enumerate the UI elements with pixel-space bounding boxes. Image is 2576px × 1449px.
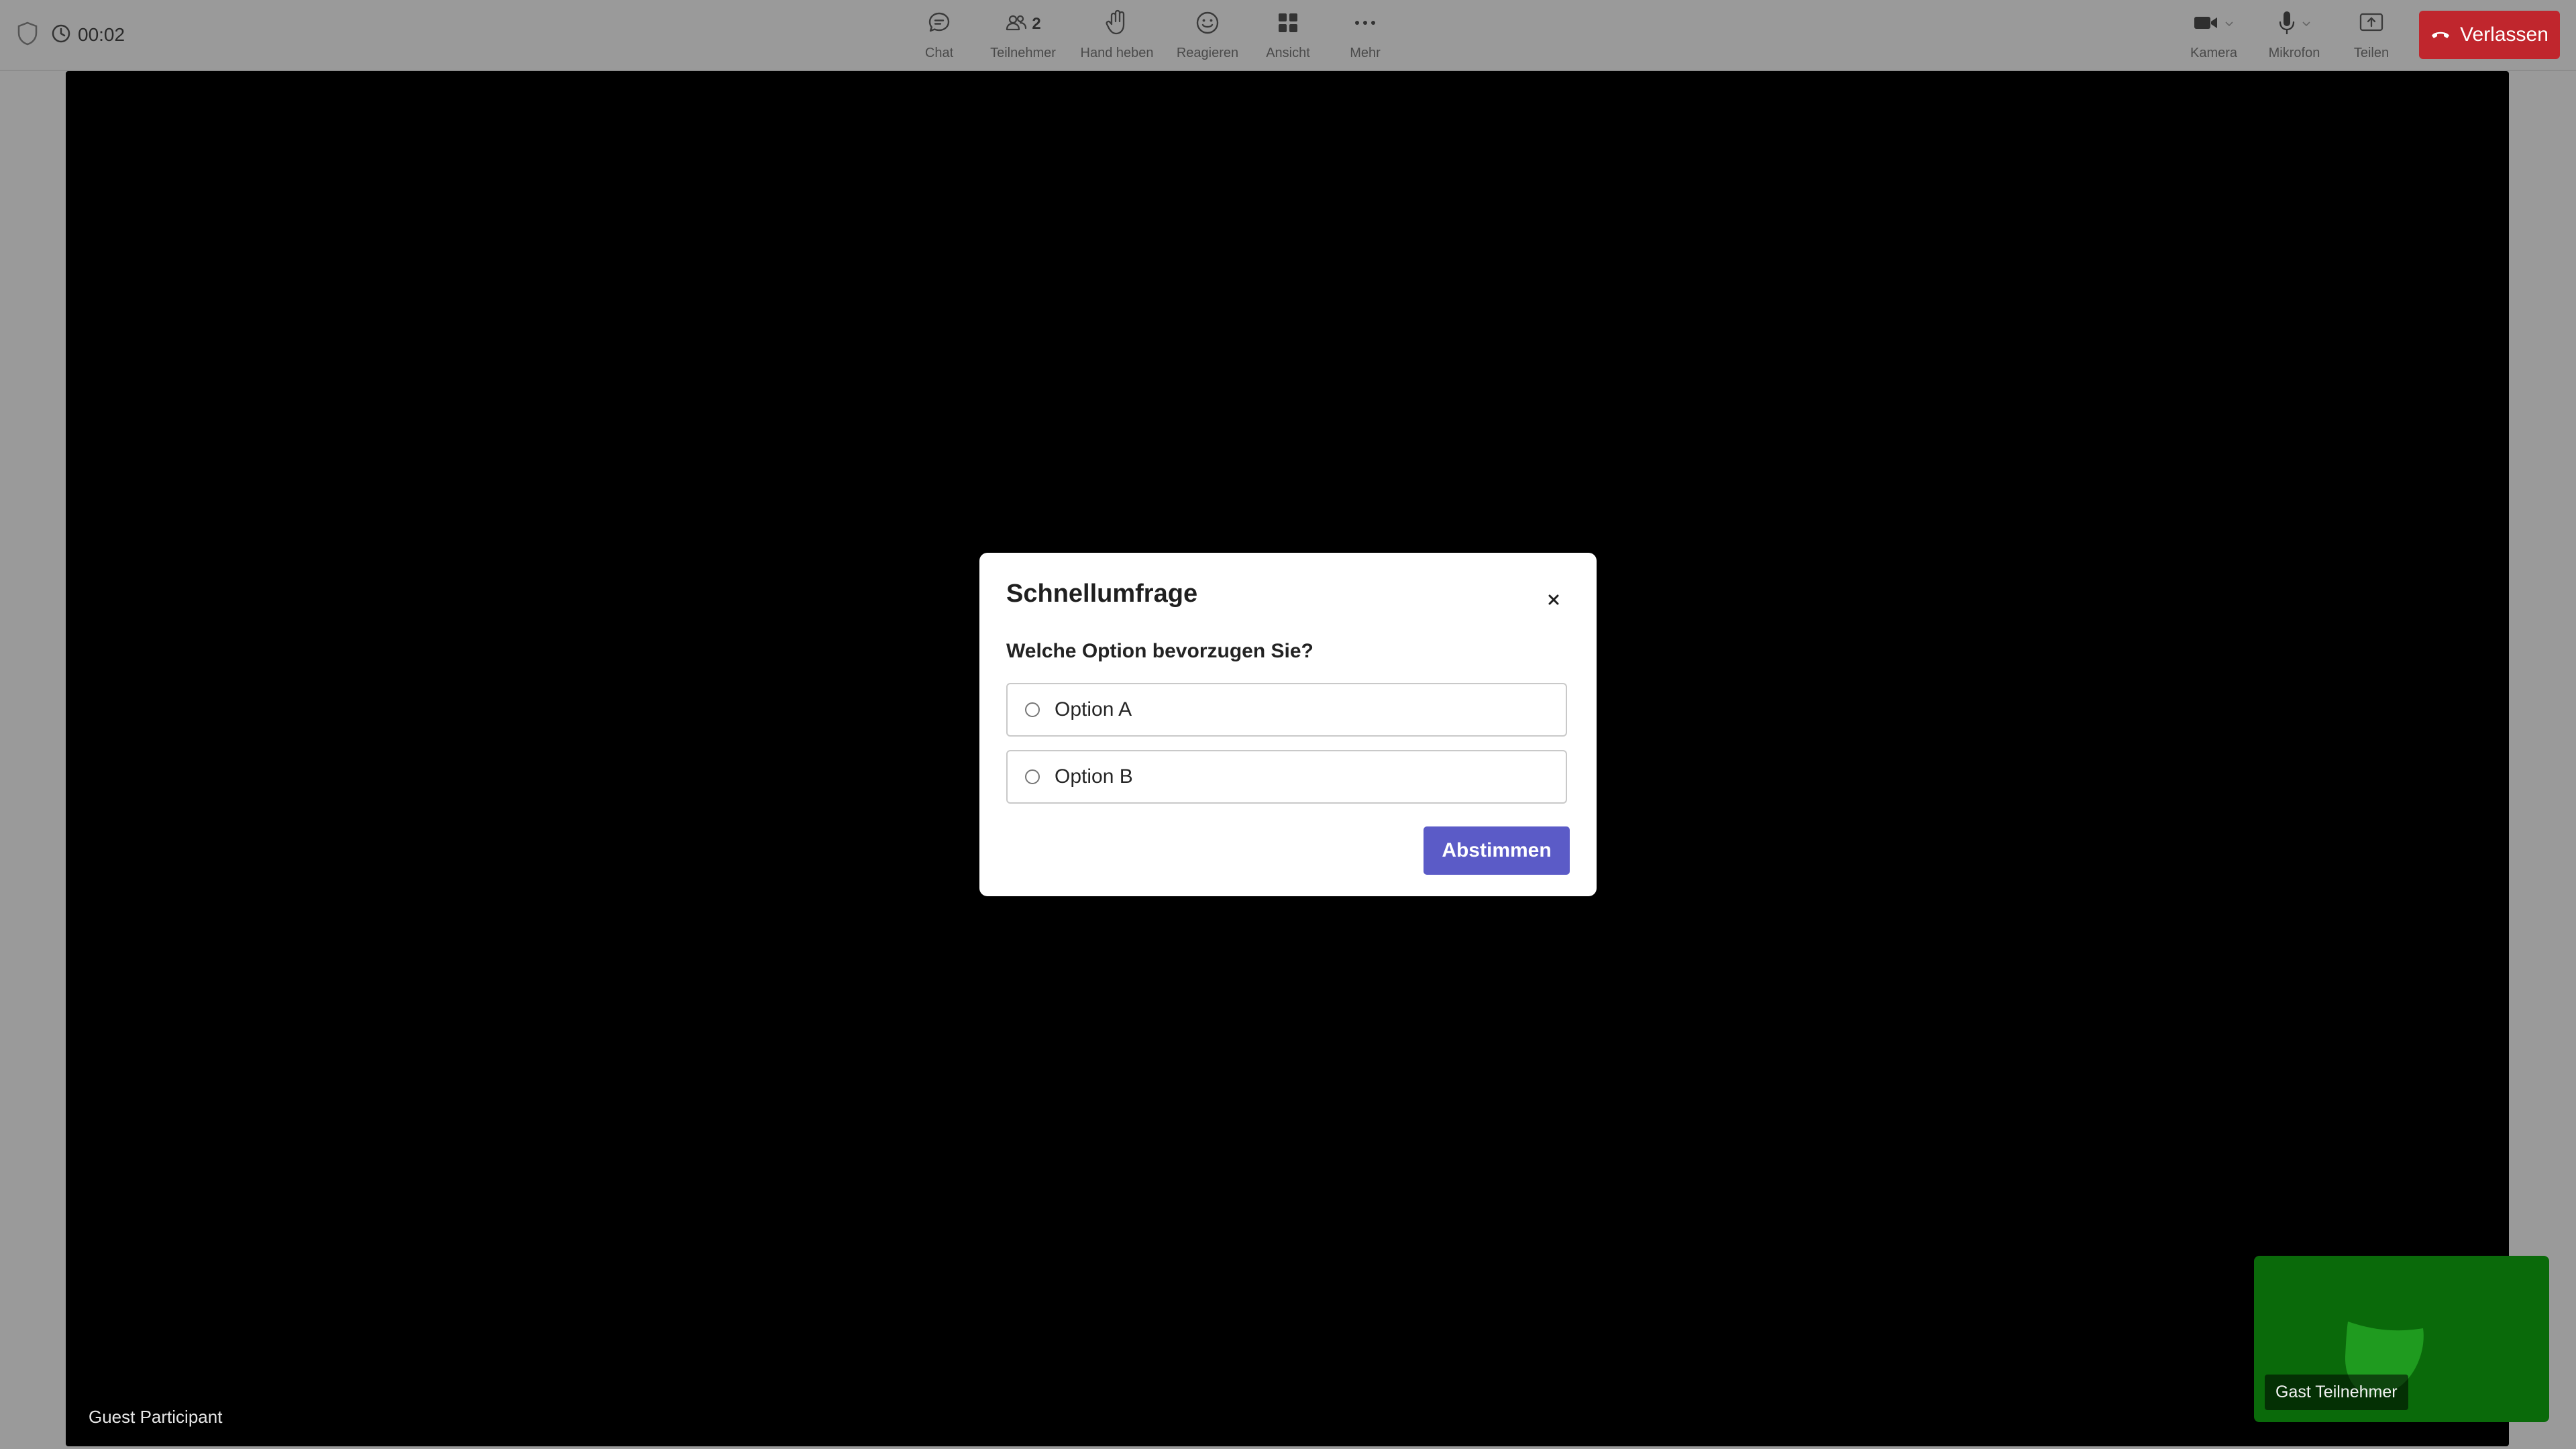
mic-button[interactable]: Mikrofon xyxy=(2254,8,2334,61)
share-icon xyxy=(2359,11,2384,38)
radio-button[interactable] xyxy=(1025,702,1040,717)
share-button[interactable]: Teilen xyxy=(2334,8,2408,61)
poll-option-a[interactable]: Option A xyxy=(1006,683,1567,737)
option-label: Option B xyxy=(1055,765,1133,788)
close-button[interactable] xyxy=(1540,588,1567,614)
speaker-name: Guest Participant xyxy=(89,1407,223,1427)
phone-hangup-icon xyxy=(2430,23,2451,46)
radio-button[interactable] xyxy=(1025,769,1040,784)
top-toolbar: 00:02 Chat 2 Teilnehmer Hand heben Reagi… xyxy=(0,0,2576,71)
chevron-down-icon[interactable] xyxy=(2224,18,2235,30)
smiley-icon xyxy=(1194,9,1221,40)
chat-icon xyxy=(926,9,953,40)
react-button[interactable]: Reagieren xyxy=(1167,8,1248,61)
more-icon xyxy=(1353,18,1377,30)
vote-button[interactable]: Abstimmen xyxy=(1424,826,1570,875)
mic-label: Mikrofon xyxy=(2268,46,2320,60)
camera-button[interactable]: Kamera xyxy=(2174,8,2254,61)
participants-button[interactable]: 2 Teilnehmer xyxy=(979,8,1067,61)
view-button[interactable]: Ansicht xyxy=(1248,8,1328,61)
option-label: Option A xyxy=(1055,698,1132,720)
hand-icon xyxy=(1104,9,1130,40)
self-view-tile[interactable]: Gast Teilnehmer xyxy=(2254,1256,2549,1422)
share-label: Teilen xyxy=(2353,46,2390,60)
more-label: Mehr xyxy=(1350,46,1381,60)
leave-button[interactable]: Verlassen xyxy=(2419,11,2560,59)
camera-label: Kamera xyxy=(2190,46,2238,60)
dialog-title: Schnellumfrage xyxy=(1006,580,1198,608)
right-controls: Kamera Mikrofon Teilen xyxy=(2174,8,2408,61)
chat-button[interactable]: Chat xyxy=(899,8,979,61)
poll-option-b[interactable]: Option B xyxy=(1006,750,1567,804)
participants-label: Teilnehmer xyxy=(990,46,1056,60)
shield-icon[interactable] xyxy=(16,21,39,50)
poll-question: Welche Option bevorzugen Sie? xyxy=(1006,640,1313,662)
grid-icon xyxy=(1276,11,1300,38)
raise-hand-button[interactable]: Hand heben xyxy=(1067,8,1167,61)
leave-label: Verlassen xyxy=(2460,23,2548,46)
raise-hand-label: Hand heben xyxy=(1080,46,1154,60)
self-view-label: Gast Teilnehmer xyxy=(2265,1375,2408,1410)
more-button[interactable]: Mehr xyxy=(1328,8,1402,61)
people-icon xyxy=(1005,12,1028,37)
meeting-app: 00:02 Chat 2 Teilnehmer Hand heben Reagi… xyxy=(0,0,2576,1449)
chat-label: Chat xyxy=(924,46,954,60)
close-icon xyxy=(1546,592,1562,611)
camera-icon xyxy=(2193,13,2220,36)
clock-icon xyxy=(51,23,71,47)
timer-text: 00:02 xyxy=(78,24,125,45)
center-controls: Chat 2 Teilnehmer Hand heben Reagieren A… xyxy=(899,8,1402,61)
chevron-down-icon[interactable] xyxy=(2301,18,2312,30)
quick-poll-dialog: Schnellumfrage Welche Option bevorzugen … xyxy=(979,553,1597,896)
meeting-info: 00:02 xyxy=(16,20,125,50)
meeting-timer: 00:02 xyxy=(51,23,125,47)
mic-icon xyxy=(2277,9,2297,40)
view-label: Ansicht xyxy=(1266,46,1310,60)
participant-count: 2 xyxy=(1032,15,1041,33)
react-label: Reagieren xyxy=(1176,46,1239,60)
